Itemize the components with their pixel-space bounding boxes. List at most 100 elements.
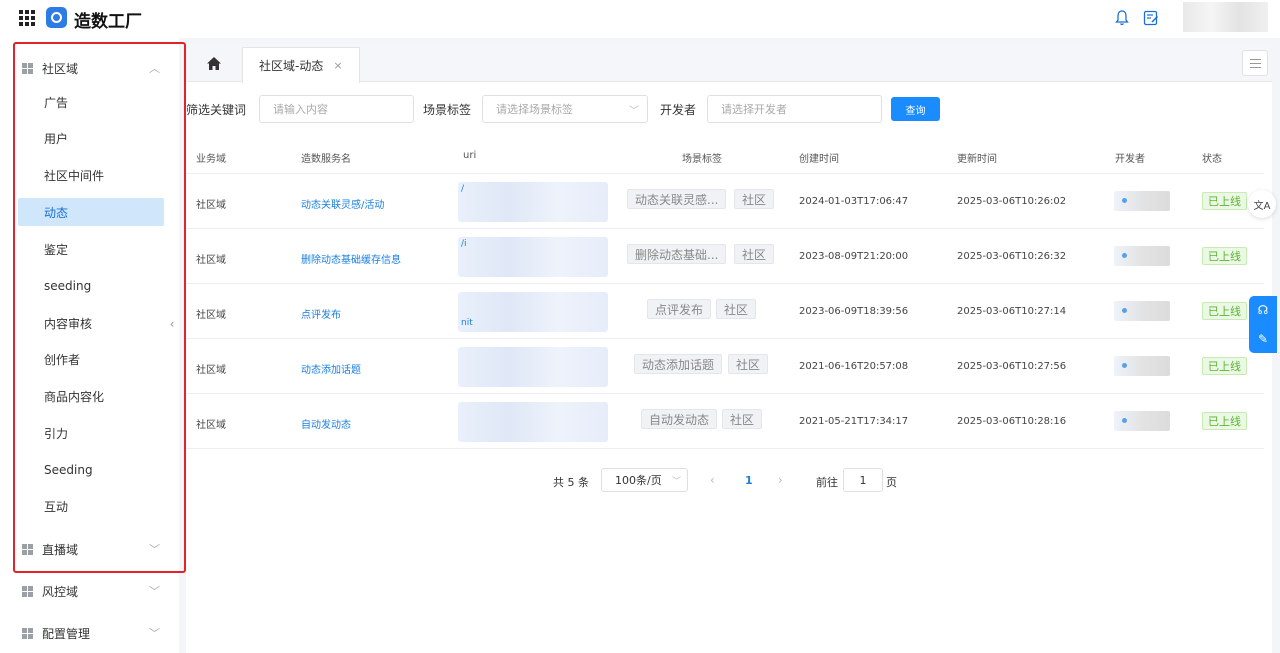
table-row: 社区域 动态关联灵感/活动 / 动态关联灵感... 社区 2024-01-03T… (186, 174, 1264, 229)
scene-tag: 社区 (716, 299, 757, 319)
chevron-up-icon: ︿ (149, 62, 160, 75)
scene-select-placeholder: 请选择场景标签 (496, 103, 573, 116)
hamburger-menu-icon[interactable] (1242, 50, 1268, 76)
sidebar-group-live[interactable]: 直播域 ﹀ (0, 534, 179, 564)
bell-icon[interactable] (1115, 10, 1129, 26)
main-panel: 社区域-动态 × 筛选关键词 请输入内容 场景标签 请选择场景标签 ﹀ 开发者 … (186, 44, 1272, 653)
sidebar-collapse-handle[interactable]: ‹ (166, 304, 178, 344)
home-tab[interactable] (186, 44, 242, 82)
sidebar-group-config[interactable]: 配置管理 ﹀ (0, 618, 179, 648)
sidebar-group-risk[interactable]: 风控域 ﹀ (0, 576, 179, 606)
col-header-status: 状态 (1202, 154, 1222, 165)
scene-tag: 社区 (734, 244, 775, 264)
sidebar-item-seeding-2[interactable]: Seeding (18, 456, 164, 484)
sidebar-item-interaction[interactable]: 互动 (18, 492, 164, 520)
translate-icon[interactable]: 文A (1248, 190, 1276, 218)
developer-icon (1122, 253, 1127, 258)
cell-updated: 2025-03-06T10:27:14 (957, 306, 1067, 317)
sidebar-item-middleware[interactable]: 社区中间件 (18, 161, 164, 189)
developer-icon (1122, 363, 1127, 368)
scene-tag: 社区 (734, 189, 775, 209)
keyword-input[interactable]: 请输入内容 (259, 95, 414, 123)
cell-domain: 社区域 (196, 420, 226, 431)
next-page-icon[interactable]: › (778, 473, 783, 487)
cell-created: 2023-08-09T21:20:00 (799, 251, 909, 262)
group-grid-icon (22, 543, 33, 555)
cell-domain: 社区域 (196, 200, 226, 211)
sidebar-group-label: 直播域 (42, 542, 79, 557)
page-size-select[interactable]: 100条/页 ﹀ (601, 468, 688, 492)
table-row: 社区域 点评发布 nit 点评发布 社区 2023-06-09T18:39:56… (186, 284, 1264, 339)
cell-domain: 社区域 (196, 365, 226, 376)
headset-icon[interactable]: ☊ (1258, 303, 1269, 317)
chevron-down-icon: ﹀ (149, 627, 160, 640)
developer-label: 开发者 (660, 103, 697, 117)
col-header-developer: 开发者 (1115, 154, 1145, 165)
scene-tag: 点评发布 (647, 299, 712, 319)
sidebar-item-creator[interactable]: 创作者 (18, 345, 164, 373)
sidebar-item-ads[interactable]: 广告 (18, 88, 164, 116)
tab-label: 社区域-动态 (259, 59, 324, 73)
cell-service-link[interactable]: 自动发动态 (301, 416, 351, 431)
cell-uri: /i (461, 239, 467, 249)
cell-created: 2021-05-21T17:34:17 (799, 416, 909, 427)
sidebar-item-content-review[interactable]: 内容审核 (18, 309, 164, 337)
sidebar-item-seeding[interactable]: seeding (18, 272, 164, 300)
edit-icon[interactable]: ✎ (1258, 332, 1268, 346)
cell-service-link[interactable]: 动态添加话题 (301, 361, 361, 376)
cell-service-link[interactable]: 删除动态基础缓存信息 (301, 251, 401, 266)
goto-page-input[interactable]: 1 (843, 468, 883, 492)
cell-created: 2024-01-03T17:06:47 (799, 196, 909, 207)
cell-service-link[interactable]: 点评发布 (301, 306, 341, 321)
cell-created: 2021-06-16T20:57:08 (799, 361, 909, 372)
sidebar: 社区域 ︿ 广告 用户 社区中间件 动态 鉴定 seeding 内容审核 创作者… (0, 38, 179, 653)
scene-tag: 社区 (728, 354, 769, 374)
goto-unit: 页 (886, 476, 897, 489)
cell-domain: 社区域 (196, 310, 226, 321)
chevron-down-icon: ﹀ (149, 543, 160, 556)
col-header-created: 创建时间 (799, 154, 839, 165)
chevron-down-icon: ﹀ (149, 585, 160, 598)
close-icon[interactable]: × (333, 59, 342, 72)
scene-select[interactable]: 请选择场景标签 ﹀ (482, 95, 648, 123)
developer-select[interactable]: 请选择开发者 (707, 95, 882, 123)
query-button[interactable]: 查询 (891, 97, 940, 121)
col-header-updated: 更新时间 (957, 154, 997, 165)
status-badge: 已上线 (1202, 302, 1247, 320)
col-header-service: 造数服务名 (301, 154, 351, 165)
sidebar-item-users[interactable]: 用户 (18, 124, 164, 152)
uri-redacted (458, 402, 608, 442)
cell-uri: nit (461, 318, 473, 328)
sidebar-item-feed[interactable]: 动态 (18, 198, 164, 226)
sidebar-item-gravity[interactable]: 引力 (18, 419, 164, 447)
cell-updated: 2025-03-06T10:26:02 (957, 196, 1067, 207)
cell-updated: 2025-03-06T10:26:32 (957, 251, 1067, 262)
prev-page-icon[interactable]: ‹ (710, 473, 715, 487)
developer-icon (1122, 198, 1127, 203)
notepad-icon[interactable] (1143, 10, 1159, 26)
sidebar-group-community[interactable]: 社区域 ︿ (0, 53, 179, 83)
scene-label: 场景标签 (423, 103, 472, 117)
status-badge: 已上线 (1202, 357, 1247, 375)
goto-label: 前往 (816, 476, 838, 489)
tab-bar: 社区域-动态 × (186, 44, 1272, 83)
table-row: 社区域 自动发动态 自动发动态 社区 2021-05-21T17:34:17 2… (186, 394, 1264, 449)
tab-community-feed[interactable]: 社区域-动态 × (242, 47, 360, 83)
group-grid-icon (22, 62, 33, 74)
cell-created: 2023-06-09T18:39:56 (799, 306, 909, 317)
scene-tag: 社区 (722, 409, 763, 429)
group-grid-icon (22, 585, 33, 597)
uri-redacted (458, 292, 608, 332)
developer-icon (1122, 308, 1127, 313)
status-badge: 已上线 (1202, 192, 1247, 210)
col-header-uri: uri (463, 150, 477, 161)
page-number-current[interactable]: 1 (745, 474, 753, 487)
cell-uri: / (461, 184, 465, 194)
sidebar-item-appraisal[interactable]: 鉴定 (18, 235, 164, 263)
user-avatar[interactable] (1183, 2, 1268, 32)
cell-service-link[interactable]: 动态关联灵感/活动 (301, 196, 384, 211)
apps-grid-icon[interactable] (19, 10, 35, 26)
top-header: 造数工厂 (0, 0, 1280, 38)
sidebar-item-product-content[interactable]: 商品内容化 (18, 382, 164, 410)
sidebar-group-label: 社区域 (42, 61, 79, 76)
